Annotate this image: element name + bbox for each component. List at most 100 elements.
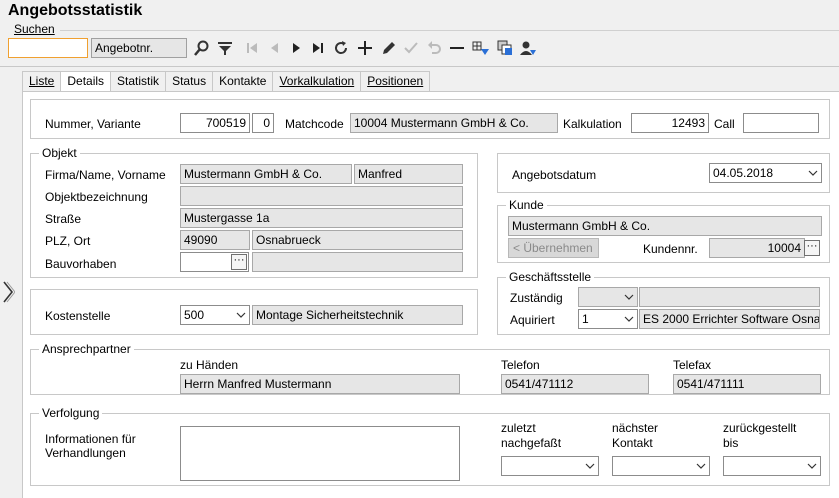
tab-statistik[interactable]: Statistik [110,71,167,91]
ansprechpartner-legend: Ansprechpartner [39,342,134,356]
informationen-textarea[interactable] [180,426,460,481]
zu-haenden-field[interactable]: Herrn Manfred Mustermann [180,374,460,394]
telefax-field[interactable]: 0541/471111 [673,374,821,394]
undo-icon[interactable] [425,38,443,58]
chevron-right-icon[interactable] [1,280,16,304]
kostenstelle-text-field[interactable]: Montage Sicherheitstechnik [252,305,463,325]
bauvorhaben-label: Bauvorhaben [45,257,117,271]
angebotsdatum-group: Angebotsdatum 04.05.2018 [497,153,830,193]
strasse-field[interactable]: Mustergasse 1a [180,208,463,228]
angebotsdatum-label: Angebotsdatum [512,168,597,182]
zuletzt-date-picker[interactable] [501,456,599,476]
aquiriert-text-field[interactable]: ES 2000 Errichter Software Osnabrueck [639,309,820,329]
kundennr-label: Kundennr. [643,242,698,256]
previous-record-icon[interactable] [265,38,283,58]
naechster-label-line2: Kontakt [612,436,653,450]
bauvorhaben-lookup-button[interactable]: ··· [231,254,247,270]
objekt-legend: Objekt [39,146,80,160]
kostenstelle-select[interactable]: 500 [180,305,250,325]
verfolgung-legend: Verfolgung [39,406,103,420]
delete-icon[interactable] [448,38,466,58]
kalkulation-field[interactable]: 12493 [631,113,709,133]
vorname-field[interactable]: Manfred [354,164,463,184]
tab-positionen[interactable]: Positionen [360,71,431,91]
details-panel: Nummer, Variante 700519 0 Matchcode 1000… [22,91,839,498]
chevron-down-icon [808,170,818,176]
geschaeftsstelle-group: Geschäftsstelle Zuständig Aquiriert 1 ES… [497,270,830,335]
header-group: Nummer, Variante 700519 0 Matchcode 1000… [30,99,830,139]
aquiriert-select[interactable]: 1 [578,309,638,329]
refresh-icon[interactable] [332,38,350,58]
window-title: Angebotsstatistik [8,2,143,19]
matchcode-field[interactable]: 10004 Mustermann GmbH & Co. [350,113,558,133]
chevron-down-icon [624,316,634,322]
uebernehmen-button[interactable]: < Übernehmen [508,238,599,258]
search-group-line [60,30,839,31]
plz-ort-label: PLZ, Ort [45,234,91,248]
user-icon[interactable] [519,38,537,58]
informationen-label-line2: Verhandlungen [45,446,126,460]
nummer-field[interactable]: 700519 [180,113,250,133]
chevron-down-icon [624,294,634,300]
filter-icon[interactable] [216,38,234,58]
angebotsdatum-picker[interactable]: 04.05.2018 [709,163,822,183]
toolbar-separator [0,66,839,67]
firma-field[interactable]: Mustermann GmbH & Co. [180,164,352,184]
tab-status[interactable]: Status [165,71,214,91]
objektbezeichnung-field[interactable] [180,186,463,206]
strasse-label: Straße [45,212,82,226]
kundennr-lookup-button[interactable]: ··· [804,240,820,256]
last-record-icon[interactable] [309,38,327,58]
kunde-name-field[interactable]: Mustermann GmbH & Co. [508,216,822,236]
geschaeftsstelle-legend: Geschäftsstelle [506,270,595,284]
aquiriert-label: Aquiriert [510,313,555,327]
tab-liste[interactable]: Liste [22,71,62,91]
call-label: Call [714,117,735,131]
edit-icon[interactable] [380,38,398,58]
tab-bar: Liste Details Statistik Status Kontakte … [22,71,431,92]
angebotsdatum-value: 04.05.2018 [713,166,774,180]
tab-details[interactable]: Details [60,71,112,92]
zuletzt-label-line1: zuletzt [501,421,536,435]
add-icon[interactable] [356,38,374,58]
call-field[interactable] [743,113,819,133]
kunde-legend: Kunde [506,198,547,212]
chevron-down-icon [696,463,706,469]
first-record-icon[interactable] [243,38,261,58]
search-input[interactable] [8,38,88,58]
zurueckgestellt-label-line1: zurückgestellt [723,421,797,435]
telefon-label: Telefon [501,358,540,372]
search-caption: Suchen [14,22,55,36]
variante-field[interactable]: 0 [252,113,274,133]
zu-haenden-label: zu Händen [180,358,239,372]
tab-kontakte[interactable]: Kontakte [212,71,274,91]
search-field-select[interactable]: Angebotnr. [91,38,187,58]
chevron-down-icon [585,463,595,469]
tab-vorkalkulation[interactable]: Vorkalkulation [272,71,362,91]
search-icon[interactable] [193,38,211,58]
kostenstelle-value: 500 [184,308,205,322]
kundennr-field[interactable]: 10004 [709,238,805,258]
verfolgung-group: Verfolgung Informationen für Verhandlung… [30,406,830,486]
ansprechpartner-group: Ansprechpartner zu Händen Herrn Manfred … [30,342,830,395]
firma-label: Firma/Name, Vorname [45,168,166,182]
save-icon[interactable] [402,38,420,58]
zustaendig-select[interactable] [578,287,638,307]
matchcode-label: Matchcode [285,117,344,131]
naechster-kontakt-date-picker[interactable] [612,456,710,476]
telefon-field[interactable]: 0541/471112 [501,374,649,394]
plz-field[interactable]: 49090 [180,230,250,250]
bauvorhaben-text-field[interactable] [252,252,463,272]
nummer-label: Nummer, Variante [45,117,141,131]
zurueckgestellt-date-picker[interactable] [723,456,821,476]
export-icon[interactable] [472,38,490,58]
chevron-down-icon [236,312,246,318]
chevron-down-icon [807,463,817,469]
ort-field[interactable]: Osnabrueck [252,230,463,250]
objekt-group: Objekt Firma/Name, Vorname Mustermann Gm… [30,146,478,278]
copy-icon[interactable] [496,38,514,58]
aquiriert-value: 1 [582,312,589,326]
zustaendig-text-field[interactable] [639,287,820,307]
next-record-icon[interactable] [287,38,305,58]
informationen-label-line1: Informationen für [45,432,136,446]
